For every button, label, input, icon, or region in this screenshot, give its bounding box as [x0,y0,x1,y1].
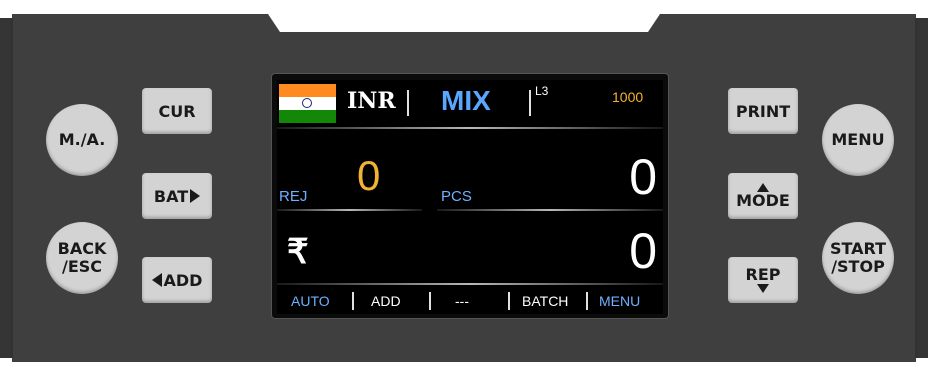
divider [437,209,663,211]
mode-button[interactable]: MODE [728,173,798,219]
arrow-right-icon [190,189,201,203]
print-button[interactable]: PRINT [728,88,798,134]
separator [508,292,510,310]
divider [277,127,663,129]
bat-button[interactable]: BAT [142,173,212,219]
mode-button-label: MODE [736,191,790,210]
divider [277,209,422,211]
separator [429,292,431,310]
pcs-count: 0 [629,149,657,205]
batch-value: 1000 [612,89,644,105]
arrow-down-icon [757,284,769,293]
add-button-label: ADD [163,270,203,290]
separator [586,292,588,310]
india-flag-icon [279,84,336,123]
back-label: BACK [57,239,107,258]
start-stop-button[interactable]: START /STOP [822,222,894,294]
menu-item-batch: BATCH [522,293,569,309]
amount-value: 0 [629,223,657,279]
separator [407,90,409,116]
menu-item-auto: AUTO [291,293,330,309]
cur-button[interactable]: CUR [142,88,212,134]
rep-button-label: REP [745,265,781,284]
esc-label: /ESC [61,257,103,276]
ma-button[interactable]: M./A. [46,104,118,176]
display-screen: INR MIX L3 1000 0 REJ PCS 0 ₹ 0 AUTO ADD… [277,80,663,314]
menu-item-menu: MENU [599,293,641,309]
bat-button-label: BAT [153,186,189,206]
start-label: START [829,239,887,258]
ma-button-label: M./A. [58,130,106,149]
pcs-label: PCS [441,188,472,205]
rej-count: 0 [357,152,381,199]
menu-item-dashes: --- [455,293,469,309]
back-esc-button[interactable]: BACK /ESC [46,222,118,294]
rej-label: REJ [279,188,308,205]
arrow-left-icon [151,273,162,287]
level-label: L3 [535,84,549,98]
currency-label: INR [347,88,396,114]
mode-label: MIX [441,85,491,116]
separator [529,90,531,116]
soft-menu-bar: AUTO ADD --- BATCH MENU [277,290,663,314]
stop-label: /STOP [831,257,885,276]
divider [277,283,663,285]
print-button-label: PRINT [735,101,791,121]
menu-item-add: ADD [371,293,401,309]
separator [352,292,354,310]
rupee-icon: ₹ [287,233,309,271]
rep-button[interactable]: REP [728,257,798,303]
menu-button-label: MENU [831,130,885,149]
menu-button[interactable]: MENU [822,104,894,176]
cur-button-label: CUR [158,101,196,121]
add-button[interactable]: ADD [142,257,212,303]
